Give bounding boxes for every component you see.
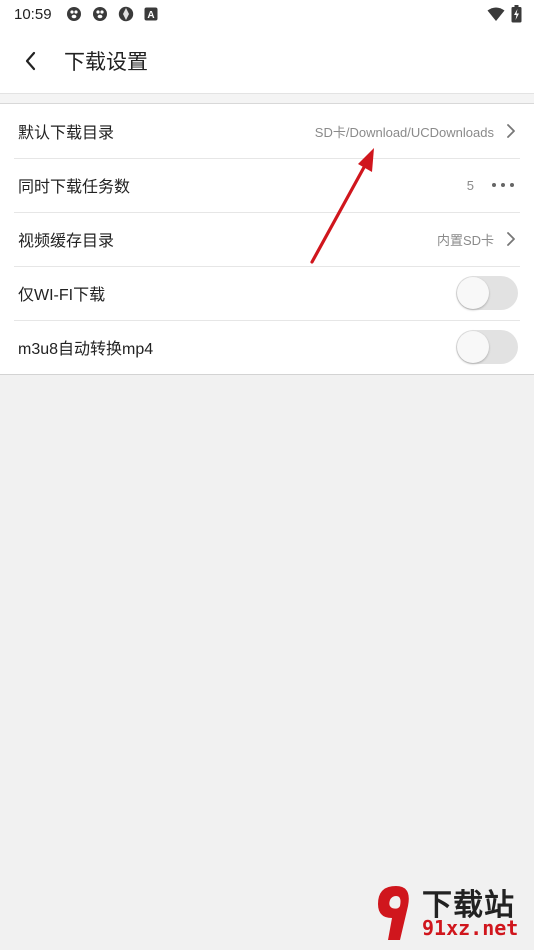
setting-concurrent-downloads[interactable]: 同时下载任务数 5: [0, 158, 534, 212]
svg-text:A: A: [147, 10, 154, 21]
section-divider: [0, 94, 534, 104]
toggle-knob: [457, 277, 489, 309]
page-title: 下载设置: [64, 50, 148, 74]
setting-wifi-only: 仅WI-FI下载: [0, 266, 534, 320]
annotation-arrow: [310, 148, 374, 264]
setting-video-cache-dir[interactable]: 视频缓存目录 内置SD卡: [0, 212, 534, 266]
wifi-only-toggle[interactable]: [456, 276, 518, 310]
watermark-91-logo: 91: [378, 886, 409, 940]
setting-m3u8-convert: m3u8自动转换mp4: [0, 320, 534, 374]
setting-label: 仅WI-FI下载: [18, 287, 106, 304]
chevron-right-icon: [507, 232, 515, 246]
system-icons: [487, 5, 522, 23]
a-badge-icon: A: [144, 7, 158, 21]
chevron-left-icon: [25, 51, 36, 70]
setting-value: SD卡/Download/UCDownloads: [314, 124, 494, 140]
status-bar: 10:59 A: [0, 0, 534, 28]
status-time: 10:59: [14, 5, 52, 23]
download-settings-list: 默认下载目录 SD卡/Download/UCDownloads 同时下载任务数 …: [0, 104, 534, 375]
watermark-logo: 91 下载站 91xz.net: [370, 880, 530, 946]
battery-charging-icon: [511, 5, 522, 23]
notification-icons: A: [66, 6, 158, 22]
back-button[interactable]: [0, 28, 60, 94]
setting-default-download-dir[interactable]: 默认下载目录 SD卡/Download/UCDownloads: [0, 104, 534, 158]
setting-label: 同时下载任务数: [18, 179, 131, 196]
setting-label: 默认下载目录: [18, 125, 115, 142]
chevron-right-icon: [507, 124, 515, 138]
toggle-knob: [457, 331, 489, 363]
watermark-sub: 91xz.net: [422, 916, 519, 940]
app-bar: 下载设置: [0, 28, 534, 94]
paw-icon: [66, 7, 81, 21]
setting-value: 5: [466, 177, 474, 193]
wifi-icon: [487, 7, 505, 21]
more-dots-icon: [492, 183, 514, 187]
setting-label: m3u8自动转换mp4: [18, 341, 154, 358]
m3u8-convert-toggle[interactable]: [456, 330, 518, 364]
paw-icon: [92, 7, 107, 21]
aperture-icon: [118, 6, 133, 22]
setting-value: 内置SD卡: [436, 232, 494, 248]
